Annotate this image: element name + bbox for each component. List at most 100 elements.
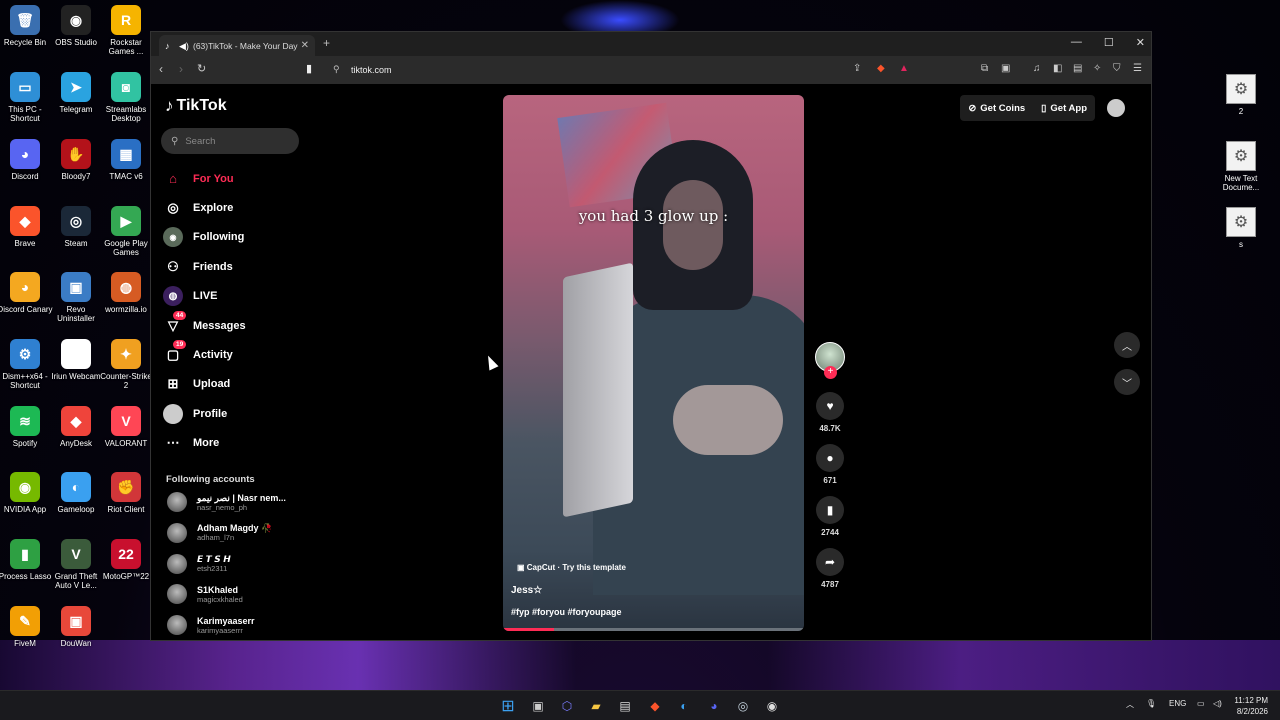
screenshot-icon[interactable]: ▣ (1001, 63, 1010, 74)
minimize-icon[interactable]: — (1071, 36, 1082, 49)
like-button[interactable]: ♥ 48.7K (811, 392, 849, 433)
sidebar-item-more[interactable]: ⋯ More (163, 429, 246, 458)
desktop-icon-dism-x64-shortcut[interactable]: ⚙ Dism++x64 - Shortcut (0, 339, 53, 390)
desktop-icon-tmac-v6[interactable]: ▦ TMAC v6 (98, 139, 154, 181)
site-info-icon[interactable]: ⚲ (333, 64, 340, 75)
comment-button[interactable]: ● 671 (811, 444, 849, 485)
brave-shields-icon[interactable]: ◆ (877, 63, 885, 74)
sidebar-item-activity[interactable]: ▢ 19 Activity (163, 340, 246, 369)
sidebar-icon[interactable]: ◧ (1053, 63, 1062, 74)
wallet-icon[interactable]: ▤ (1073, 63, 1082, 74)
sidebar-item-upload[interactable]: ⊞ Upload (163, 370, 246, 399)
share-button[interactable]: ➦ 4787 (811, 548, 849, 589)
forward-icon[interactable]: › (179, 62, 183, 76)
sidebar-item-profile[interactable]: ● Profile (163, 399, 246, 428)
following-account-item[interactable]: 𝙀 𝙏 𝙎 𝙃etsh2311 (167, 553, 231, 574)
desktop-icon-anydesk[interactable]: ◆ AnyDesk (48, 406, 104, 448)
desktop-icon-grand-theft-auto-v-le[interactable]: V Grand Theft Auto V Le... (48, 539, 104, 590)
audio-playing-icon[interactable]: ◀) (179, 41, 189, 51)
desktop-file-icon[interactable]: ⚙ 2 (1211, 74, 1271, 116)
sidebar-item-messages[interactable]: ▽ 44 Messages (163, 310, 246, 340)
share-icon[interactable]: ⇪ (853, 63, 861, 74)
gameloop-taskbar-icon[interactable]: ◐ (675, 697, 693, 715)
system-clock[interactable]: 11:12 PM 8/2/2026 (1234, 695, 1268, 717)
discord-taskbar-icon[interactable]: ◕ (705, 697, 723, 715)
file-explorer-icon[interactable]: ▰ (587, 697, 605, 715)
bookmark-icon[interactable]: ▮ (306, 62, 312, 75)
video-hashtags[interactable]: #fyp #foryou #foryoupage (511, 607, 622, 617)
following-account-item[interactable]: S1Khaled magicxkhaled (167, 584, 243, 605)
following-account-item[interactable]: Karimyaaserr karimyaaserrr (167, 615, 255, 636)
task-view-icon[interactable]: ▣ (529, 697, 547, 715)
desktop-icon-valorant[interactable]: V VALORANT (98, 406, 154, 448)
previous-video-button[interactable]: ︿ (1114, 332, 1140, 358)
video-author[interactable]: Jess☆ (511, 585, 542, 596)
copilot-icon[interactable]: ⬡ (558, 697, 576, 715)
desktop-icon-counter-strike-2[interactable]: ✦ Counter-Strike 2 (98, 339, 154, 390)
tiktok-logo[interactable]: ♪ TikTok (165, 96, 227, 116)
desktop-icon-process-lasso[interactable]: ▮ Process Lasso (0, 539, 53, 581)
get-coins-button[interactable]: ⊘ Get Coins (960, 95, 1033, 121)
desktop-icon-wormzilla-io[interactable]: ◍ wormzilla.io (98, 272, 154, 314)
desktop-file-icon[interactable]: ⚙ s (1211, 207, 1271, 249)
language-indicator[interactable]: ENG (1169, 699, 1186, 708)
sidebar-item-explore[interactable]: ◎ Explore (163, 193, 246, 222)
desktop-icon-nvidia-app[interactable]: ◉ NVIDIA App (0, 472, 53, 514)
start-windows-icon[interactable]: ⊞ (499, 697, 517, 715)
video-progress-bar[interactable] (503, 628, 804, 631)
desktop-icon-steam[interactable]: ◎ Steam (48, 206, 104, 248)
follow-plus-icon[interactable]: + (824, 366, 837, 379)
microsoft-store-icon[interactable]: ▤ (616, 697, 634, 715)
desktop-icon-riot-client[interactable]: ✊ Riot Client (98, 472, 154, 514)
desktop-icon-bloody7[interactable]: ✋ Bloody7 (48, 139, 104, 181)
url-text[interactable]: tiktok.com (351, 65, 392, 75)
desktop-icon-brave[interactable]: ◆ Brave (0, 206, 53, 248)
desktop-file-icon[interactable]: ⚙ New Text Docume... (1211, 141, 1271, 192)
sidebar-item-friends[interactable]: ⚇ Friends (163, 252, 246, 281)
close-tab-icon[interactable]: ✕ (301, 40, 309, 51)
get-app-button[interactable]: ▯ Get App (1033, 95, 1095, 121)
next-video-button[interactable]: ﹀ (1114, 369, 1140, 395)
capcut-template-link[interactable]: ▣ CapCut · Try this template (517, 563, 626, 572)
new-tab-button[interactable]: + (323, 36, 330, 50)
desktop-icon-streamlabs-desktop[interactable]: ◙ Streamlabs Desktop (98, 72, 154, 123)
microphone-icon[interactable]: 🎙 (1146, 699, 1156, 708)
desktop-icon-discord[interactable]: ◕ Discord (0, 139, 53, 181)
desktop-icon-iriun-webcam[interactable]: ◯ Iriun Webcam (48, 339, 104, 381)
obs-taskbar-icon[interactable]: ◉ (763, 697, 781, 715)
media-icon[interactable]: ♫ (1033, 63, 1041, 74)
close-window-icon[interactable]: ✕ (1136, 36, 1145, 49)
following-account-item[interactable]: نصر نيمو | Nasr nem... nasr_nemo_ph (167, 492, 286, 512)
desktop-icon-rockstar-games[interactable]: R Rockstar Games ... (98, 5, 154, 56)
brave-rewards-icon[interactable]: ▲ (899, 63, 909, 74)
extensions-icon[interactable]: ⧉ (981, 63, 988, 74)
save-button[interactable]: ▮ 2744 (811, 496, 849, 537)
desktop-icon-revo-uninstaller[interactable]: ▣ Revo Uninstaller (48, 272, 104, 323)
desktop-icon-this-pc-shortcut[interactable]: ▭ This PC - Shortcut (0, 72, 53, 123)
sidebar-item-following[interactable]: ◉ Following (163, 223, 246, 252)
tab-tiktok[interactable]: ♪ ◀) (63)TikTok - Make Your Day ✕ (159, 35, 315, 56)
back-icon[interactable]: ‹ (159, 62, 163, 76)
desktop-icon-discord-canary[interactable]: ◕ Discord Canary (0, 272, 53, 314)
desktop-icon-fivem[interactable]: ✎ FiveM (0, 606, 53, 648)
desktop-icon-recycle-bin[interactable]: 🗑 Recycle Bin (0, 5, 53, 47)
search-input[interactable]: ⚲ Search (161, 128, 299, 154)
desktop-icon-telegram[interactable]: ➤ Telegram (48, 72, 104, 114)
reload-icon[interactable]: ↻ (197, 62, 206, 75)
steam-taskbar-icon[interactable]: ◎ (734, 697, 752, 715)
vpn-icon[interactable]: ⛉ (1113, 63, 1121, 74)
user-avatar[interactable] (1107, 99, 1125, 117)
leo-ai-icon[interactable]: ✧ (1093, 63, 1101, 74)
brave-taskbar-icon[interactable]: ◆ (646, 697, 664, 715)
desktop-icon-google-play-games[interactable]: ▶ Google Play Games (98, 206, 154, 257)
volume-icon[interactable]: ◁) (1213, 699, 1222, 708)
maximize-icon[interactable]: ☐ (1104, 36, 1114, 49)
desktop-icon-obs-studio[interactable]: ◉ OBS Studio (48, 5, 104, 47)
desktop-icon-douwan[interactable]: ▣ DouWan (48, 606, 104, 648)
desktop-icon-spotify[interactable]: ≋ Spotify (0, 406, 53, 448)
menu-icon[interactable]: ☰ (1133, 63, 1142, 74)
desktop-icon-gameloop[interactable]: ◐ Gameloop (48, 472, 104, 514)
video-player[interactable]: you had 3 glow up : ▣ CapCut · Try this … (503, 95, 804, 631)
sidebar-item-live[interactable]: ◍ LIVE (163, 282, 246, 311)
tray-overflow-icon[interactable]: ︿ (1126, 699, 1134, 710)
